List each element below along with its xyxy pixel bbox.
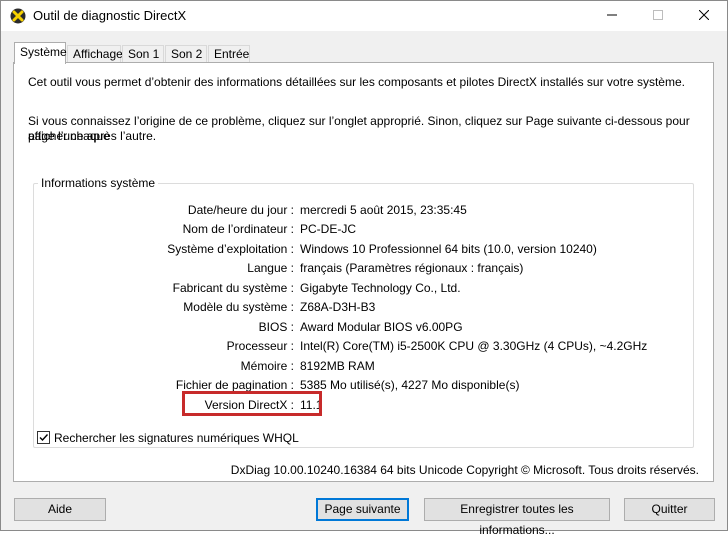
- maximize-icon: [653, 9, 663, 23]
- close-icon: [698, 9, 710, 23]
- info-value: Gigabyte Technology Co., Ltd.: [300, 281, 461, 295]
- systeme-panel: Cet outil vous permet d’obtenir des info…: [13, 62, 714, 482]
- info-value: Windows 10 Professionnel 64 bits (10.0, …: [300, 242, 597, 256]
- info-row-bios: BIOS : Award Modular BIOS v6.00PG: [34, 320, 684, 336]
- tab-affichage[interactable]: Affichage: [67, 45, 123, 62]
- minimize-button[interactable]: [589, 1, 635, 31]
- info-label: Processeur :: [226, 339, 294, 353]
- info-row-model: Modèle du système : Z68A-D3H-B3: [34, 300, 684, 316]
- quit-button[interactable]: Quitter: [624, 498, 715, 521]
- tab-son-1[interactable]: Son 1: [122, 45, 164, 62]
- info-label: Modèle du système :: [183, 300, 294, 314]
- info-row-pagefile: Fichier de pagination : 5385 Mo utilisé(…: [34, 378, 684, 394]
- info-value: 11.1: [300, 398, 323, 412]
- info-label: Version DirectX :: [204, 398, 294, 412]
- info-label: BIOS :: [258, 320, 294, 334]
- system-info-legend: Informations système: [38, 176, 159, 190]
- info-row-language: Langue : français (Paramètres régionaux …: [34, 261, 684, 277]
- whql-checkbox[interactable]: [37, 431, 50, 444]
- info-row-directx-version: Version DirectX : 11.1: [34, 398, 684, 414]
- system-info-group: Informations système Date/heure du jour …: [33, 176, 694, 448]
- title-bar: Outil de diagnostic DirectX: [1, 1, 727, 31]
- dxdiag-version-info: DxDiag 10.00.10240.16384 64 bits Unicode…: [230, 463, 699, 477]
- tab-son-2[interactable]: Son 2: [165, 45, 207, 62]
- window-title: Outil de diagnostic DirectX: [33, 8, 187, 23]
- close-button[interactable]: [681, 1, 727, 31]
- info-label: Fichier de pagination :: [175, 378, 294, 392]
- info-row-date: Date/heure du jour : mercredi 5 août 201…: [34, 203, 684, 219]
- info-row-manufacturer: Fabricant du système : Gigabyte Technolo…: [34, 281, 684, 297]
- whql-checkbox-label[interactable]: Rechercher les signatures numériques WHQ…: [54, 431, 299, 445]
- info-label: Mémoire :: [240, 359, 294, 373]
- dxdiag-window: Outil de diagnostic DirectX Système Affi…: [0, 0, 728, 537]
- info-value: PC-DE-JC: [300, 222, 356, 236]
- next-page-button[interactable]: Page suivante: [316, 498, 409, 521]
- tab-entree[interactable]: Entrée: [208, 45, 250, 62]
- minimize-icon: [607, 9, 617, 23]
- info-value: Award Modular BIOS v6.00PG: [300, 320, 463, 334]
- info-row-os: Système d’exploitation : Windows 10 Prof…: [34, 242, 684, 258]
- info-label: Langue :: [247, 261, 294, 275]
- save-all-info-button[interactable]: Enregistrer toutes les informations...: [424, 498, 610, 537]
- help-button[interactable]: Aide: [14, 498, 106, 521]
- info-label: Système d’exploitation :: [167, 242, 294, 256]
- info-row-computer-name: Nom de l’ordinateur : PC-DE-JC: [34, 222, 684, 238]
- info-row-processor: Processeur : Intel(R) Core(TM) i5-2500K …: [34, 339, 684, 355]
- maximize-button[interactable]: [635, 1, 681, 31]
- info-row-memory: Mémoire : 8192MB RAM: [34, 359, 684, 375]
- info-value: 5385 Mo utilisé(s), 4227 Mo disponible(s…: [300, 378, 520, 392]
- info-value: Z68A-D3H-B3: [300, 300, 376, 314]
- info-value: mercredi 5 août 2015, 23:35:45: [300, 203, 467, 217]
- info-value: Intel(R) Core(TM) i5-2500K CPU @ 3.30GHz…: [300, 339, 648, 353]
- intro-text-1: Cet outil vous permet d’obtenir des info…: [28, 75, 685, 89]
- info-label: Fabricant du système :: [172, 281, 294, 295]
- tab-systeme[interactable]: Système: [14, 42, 67, 64]
- info-value: 8192MB RAM: [300, 359, 375, 373]
- info-value: français (Paramètres régionaux : françai…: [300, 261, 524, 275]
- info-label: Nom de l’ordinateur :: [182, 222, 294, 236]
- intro-text-2b: page l’une après l’autre.: [28, 129, 157, 143]
- info-label: Date/heure du jour :: [187, 203, 294, 217]
- directx-icon: [10, 8, 26, 24]
